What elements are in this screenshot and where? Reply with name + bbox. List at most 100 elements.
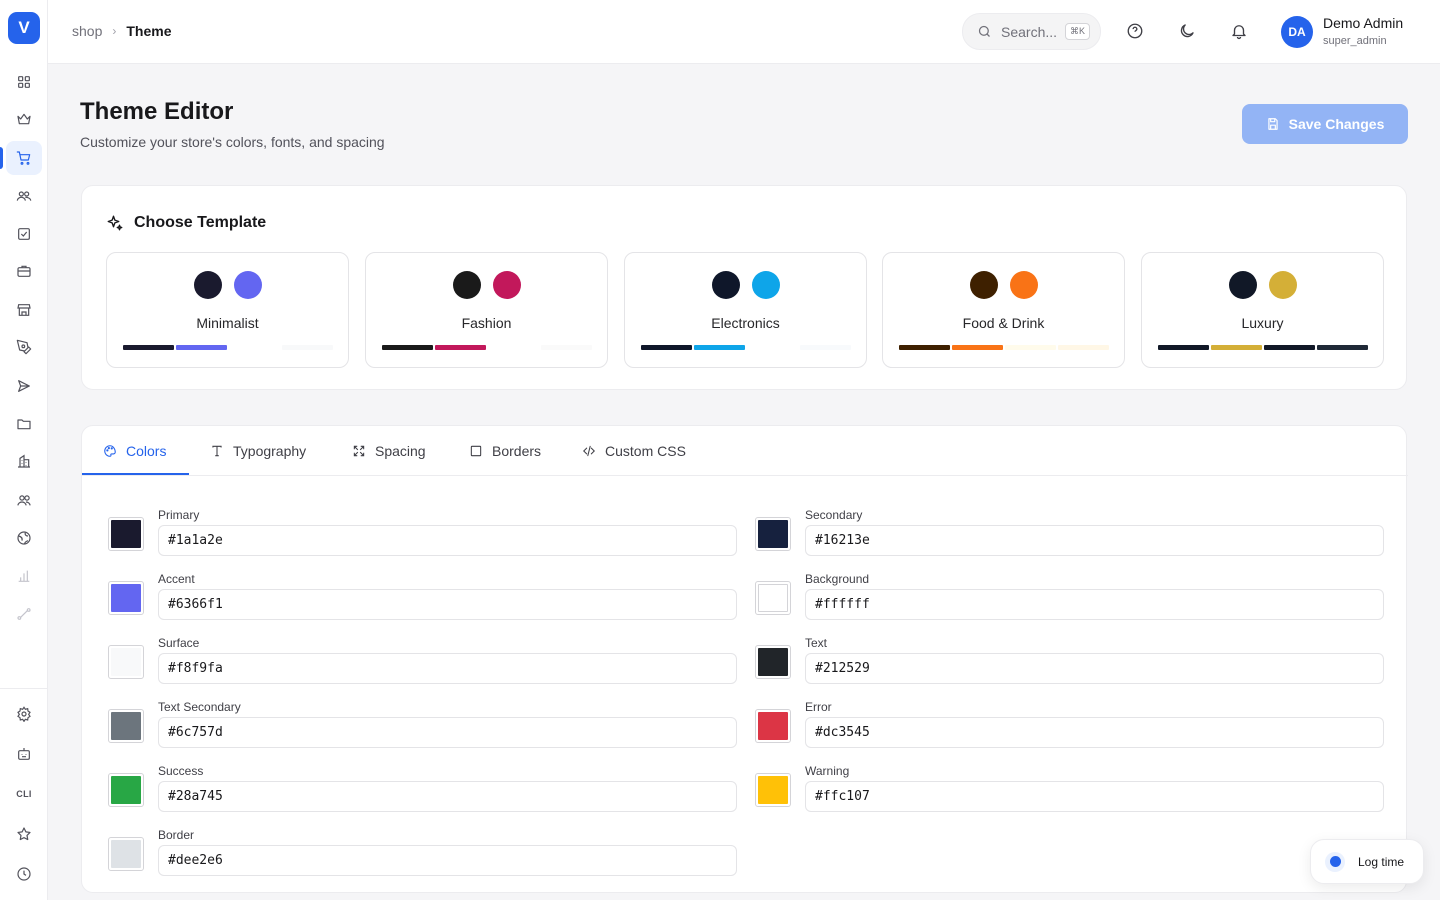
choose-template-label: Choose Template xyxy=(134,214,267,231)
color-field-label: Error xyxy=(805,700,832,714)
sidebar-item-globe[interactable] xyxy=(6,521,42,555)
color-swatch-picker[interactable] xyxy=(108,837,144,871)
template-palette-bar xyxy=(541,345,592,350)
template-option[interactable]: Electronics xyxy=(624,252,867,368)
color-hex-input[interactable]: #28a745 xyxy=(158,781,737,812)
sidebar-item-cli[interactable]: CLI xyxy=(6,777,42,811)
sidebar-item-analytics[interactable] xyxy=(6,559,42,593)
template-palette-bar xyxy=(1005,345,1056,350)
sidebar-item-design[interactable] xyxy=(6,330,42,364)
app-logo[interactable]: V xyxy=(8,12,40,44)
color-field: Text Secondary #6c757d xyxy=(82,700,737,760)
sidebar-item-settings[interactable] xyxy=(6,697,42,731)
log-time-label: Log time xyxy=(1358,854,1405,869)
color-swatch-picker[interactable] xyxy=(755,645,791,679)
color-swatch-picker[interactable] xyxy=(108,645,144,679)
template-color-dot xyxy=(193,271,222,299)
sidebar-item-shop[interactable] xyxy=(6,141,42,175)
sidebar-item-routes[interactable] xyxy=(6,597,42,631)
color-field-label: Success xyxy=(158,764,204,778)
color-field: Secondary #16213e xyxy=(729,508,1384,568)
color-field-label: Text xyxy=(805,636,828,650)
sidebar-item-store[interactable] xyxy=(6,293,42,327)
moon-icon[interactable] xyxy=(1178,22,1196,40)
color-field-label: Surface xyxy=(158,636,200,650)
chevron-right-icon: › xyxy=(112,24,117,38)
tab-custom-css-label: Custom CSS xyxy=(605,443,686,459)
template-color-dots xyxy=(366,271,607,299)
tab-spacing[interactable]: Spacing xyxy=(352,426,426,476)
color-swatch-picker[interactable] xyxy=(108,709,144,743)
template-color-dots xyxy=(107,271,348,299)
save-changes-button[interactable]: Save Changes xyxy=(1242,104,1408,144)
color-field-label: Background xyxy=(805,572,870,586)
sidebar-item-users[interactable] xyxy=(6,179,42,213)
log-time-button[interactable]: Log time xyxy=(1310,839,1424,884)
active-tab-underline xyxy=(82,473,189,475)
tab-custom-css[interactable]: Custom CSS xyxy=(582,426,686,476)
color-hex-input[interactable]: #212529 xyxy=(805,653,1384,684)
color-swatch-picker[interactable] xyxy=(755,773,791,807)
route-icon xyxy=(17,608,31,620)
tab-borders[interactable]: Borders xyxy=(469,426,541,476)
template-palette-bars xyxy=(1158,345,1368,350)
sidebar-item-jobs[interactable] xyxy=(6,254,42,288)
color-hex-input[interactable]: #16213e xyxy=(805,525,1384,556)
template-option[interactable]: Food & Drink xyxy=(882,252,1125,368)
sidebar-item-buildings[interactable] xyxy=(6,444,42,478)
color-field: Success #28a745 xyxy=(82,764,737,824)
color-hex-input[interactable]: #6366f1 xyxy=(158,589,737,620)
color-swatch-picker[interactable] xyxy=(755,709,791,743)
color-hex-input[interactable]: #1a1a2e xyxy=(158,525,737,556)
template-palette-bars xyxy=(123,345,333,350)
template-color-dot xyxy=(233,271,262,299)
color-swatch-picker[interactable] xyxy=(108,581,144,615)
color-swatch-picker[interactable] xyxy=(108,517,144,551)
sidebar-item-contacts[interactable] xyxy=(6,483,42,517)
tab-typography[interactable]: Typography xyxy=(210,426,306,476)
sidebar-item-dashboard[interactable] xyxy=(6,65,42,99)
checkbox-icon xyxy=(18,228,30,240)
template-option[interactable]: Minimalist xyxy=(106,252,349,368)
sidebar-item-history[interactable] xyxy=(6,857,42,891)
template-color-dot xyxy=(452,271,481,299)
tab-colors[interactable]: Colors xyxy=(103,426,166,476)
template-palette-bar xyxy=(382,345,433,350)
color-hex-input[interactable]: #6c757d xyxy=(158,717,737,748)
color-swatch-picker[interactable] xyxy=(755,581,791,615)
color-hex-input[interactable]: #ffc107 xyxy=(805,781,1384,812)
sidebar-item-campaigns[interactable] xyxy=(6,369,42,403)
sidebar-item-favorites[interactable] xyxy=(6,817,42,851)
template-palette-bar xyxy=(282,345,333,350)
bell-icon[interactable] xyxy=(1230,22,1248,40)
sidebar-item-bot[interactable] xyxy=(6,737,42,771)
color-hex-input[interactable]: #f8f9fa xyxy=(158,653,737,684)
template-name: Electronics xyxy=(711,315,780,331)
search-box[interactable]: Search... ⌘K xyxy=(962,13,1101,50)
color-hex-input[interactable]: #ffffff xyxy=(805,589,1384,620)
template-name: Fashion xyxy=(461,315,512,331)
sidebar-item-tasks[interactable] xyxy=(6,217,42,251)
type-icon xyxy=(212,445,222,457)
sidebar-item-files[interactable] xyxy=(6,407,42,441)
expand-icon xyxy=(353,445,365,457)
sparkles-icon xyxy=(107,215,123,231)
sidebar-item-crown[interactable] xyxy=(6,102,42,136)
template-option[interactable]: Luxury xyxy=(1141,252,1384,368)
help-icon[interactable] xyxy=(1126,22,1144,40)
color-swatch-picker[interactable] xyxy=(755,517,791,551)
breadcrumb-parent[interactable]: shop xyxy=(72,23,102,39)
color-field: Error #dc3545 xyxy=(729,700,1384,760)
template-palette-bar xyxy=(1317,345,1368,350)
color-field-label: Text Secondary xyxy=(158,700,241,714)
color-swatch-picker[interactable] xyxy=(108,773,144,807)
color-hex-input[interactable]: #dc3545 xyxy=(805,717,1384,748)
user-avatar[interactable]: DA xyxy=(1281,16,1313,48)
template-palette-bar xyxy=(1058,345,1109,350)
template-option[interactable]: Fashion xyxy=(365,252,608,368)
color-hex-input[interactable]: #dee2e6 xyxy=(158,845,737,876)
briefcase-icon xyxy=(17,265,31,277)
breadcrumb-current: Theme xyxy=(126,23,172,39)
top-header: shop › Theme Search... ⌘K DA Demo Admin … xyxy=(48,0,1440,64)
user-name[interactable]: Demo Admin xyxy=(1323,15,1403,31)
